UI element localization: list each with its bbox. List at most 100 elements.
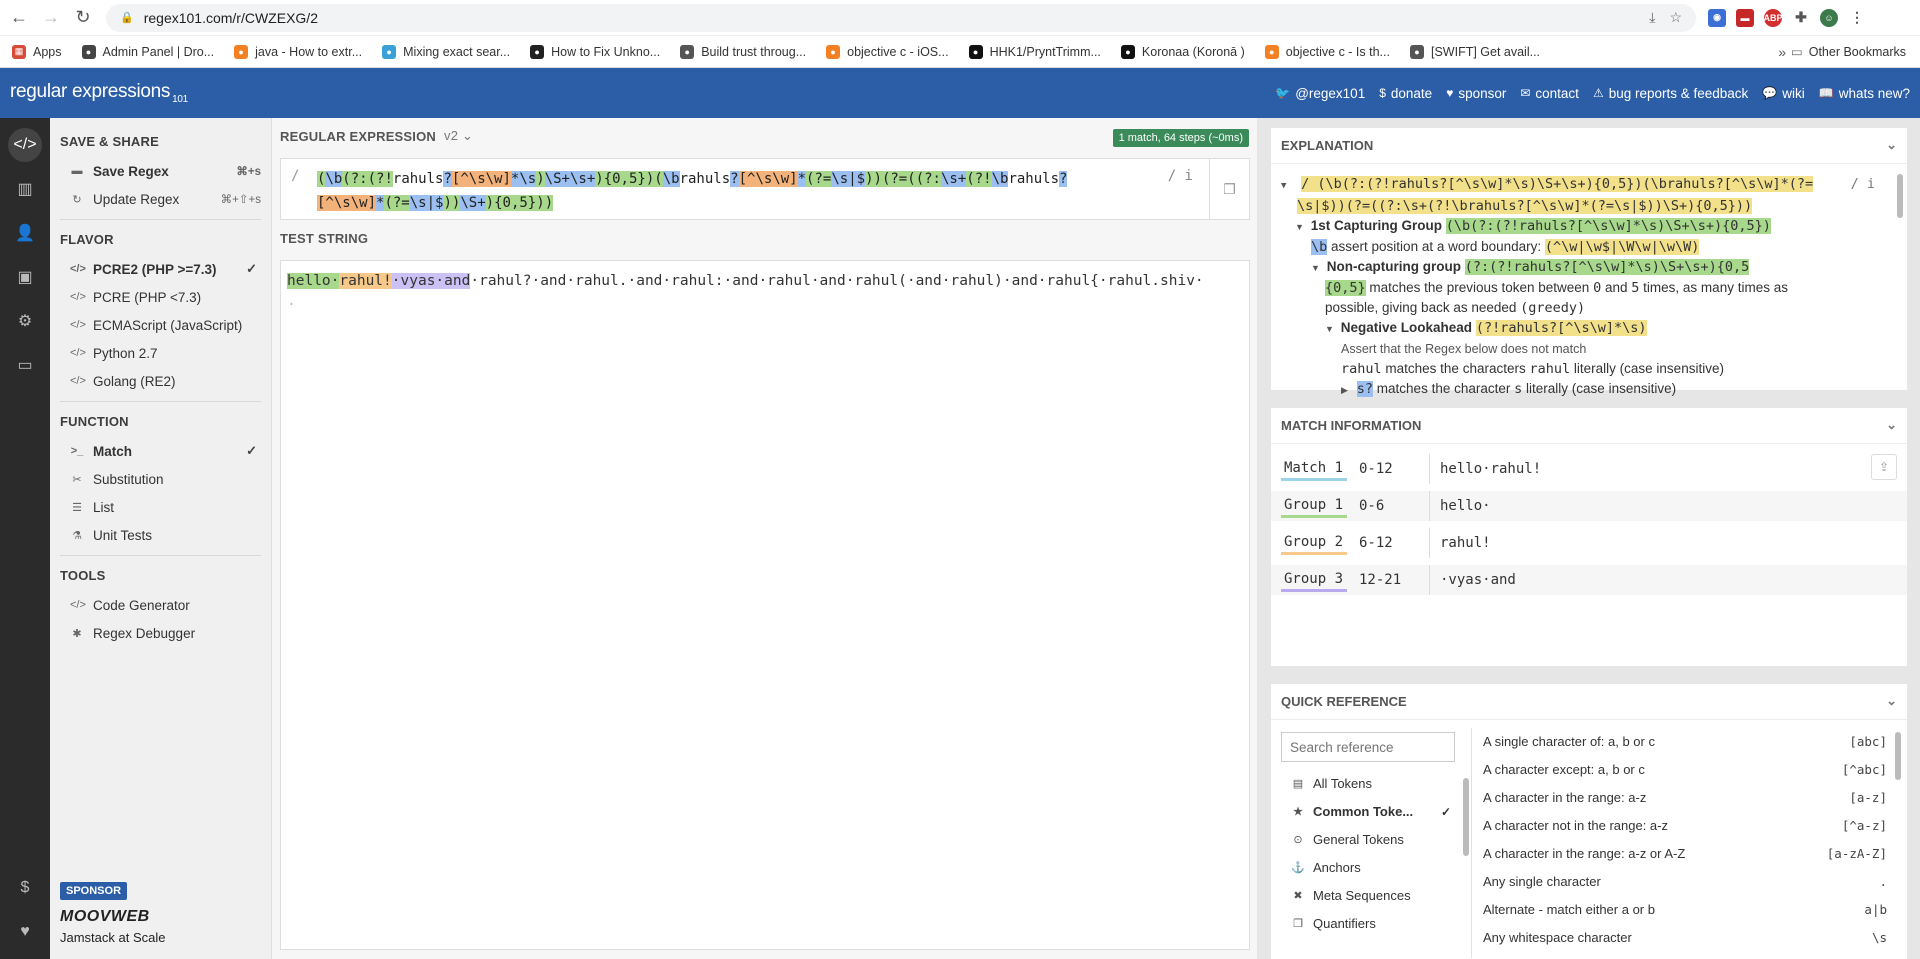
match-info-row[interactable]: Group 1 0-6 hello· bbox=[1271, 491, 1907, 521]
explanation-group1[interactable]: ▼ 1st Capturing Group (\b(?:(?!rahuls?[^… bbox=[1281, 216, 1887, 237]
logo[interactable]: regular expressions 101 bbox=[10, 81, 188, 105]
reference-token-item[interactable]: Alternate - match either a or b a|b bbox=[1483, 898, 1887, 921]
explanation-noncap[interactable]: ▼ Non-capturing group (?:(?!rahuls?[^\s\… bbox=[1281, 257, 1887, 278]
bookmark-item[interactable]: ● Admin Panel | Dro... bbox=[81, 44, 214, 59]
reference-category-item[interactable]: ⚓ Anchors bbox=[1281, 856, 1457, 879]
bookmark-star-icon[interactable]: ☆ bbox=[1669, 9, 1682, 26]
other-bookmarks-button[interactable]: ▭ Other Bookmarks bbox=[1791, 44, 1906, 60]
match-info-row[interactable]: Match 1 0-12 hello·rahul! bbox=[1271, 454, 1907, 484]
avatar[interactable]: ☺ bbox=[1820, 8, 1838, 27]
reference-category-item[interactable]: ▤ All Tokens bbox=[1281, 772, 1457, 795]
reference-token-item[interactable]: Any single character. bbox=[1483, 870, 1887, 893]
donate-dollar-icon[interactable]: $ bbox=[8, 871, 42, 905]
reference-token-item[interactable]: A single character of: a, b or c [abc] bbox=[1483, 730, 1887, 753]
test-string-input[interactable]: hello·rahul!·vyas·and·rahul?·and·rahul.·… bbox=[280, 260, 1250, 950]
bookmark-item[interactable]: ▦ Apps bbox=[12, 44, 62, 59]
bookmark-item[interactable]: ● [SWIFT] Get avail... bbox=[1409, 44, 1540, 59]
bookmark-item[interactable]: ● Build trust throug... bbox=[680, 44, 806, 59]
version-selector[interactable]: v2 ⌄ bbox=[444, 128, 473, 144]
camera-extension-icon[interactable]: ◉ bbox=[1708, 8, 1726, 27]
flavor-item[interactable]: </> Python 2.7 bbox=[50, 339, 271, 367]
reference-category-item[interactable]: ✖ Meta Sequences bbox=[1281, 884, 1457, 907]
match-info-row[interactable]: Group 2 6-12 rahul! bbox=[1271, 528, 1907, 558]
token-scrollbar[interactable] bbox=[1895, 732, 1901, 780]
explanation-root[interactable]: ▼ / (\b(?:(?!rahuls?[^\s\w]*\s)\S+\s+){0… bbox=[1281, 174, 1887, 196]
explanation-s-token[interactable]: ▶ s? matches the character s literally (… bbox=[1281, 379, 1887, 400]
reference-token-item[interactable]: A character except: a, b or c [^abc] bbox=[1483, 758, 1887, 781]
reference-token-item[interactable]: A character in the range: a-z [a-z] bbox=[1483, 786, 1887, 809]
copy-icon[interactable]: ❐ bbox=[1209, 159, 1249, 219]
explanation-scrollbar[interactable] bbox=[1897, 174, 1903, 218]
header-link-regex101[interactable]: 🐦 @regex101 bbox=[1275, 86, 1365, 101]
sponsor-heart-icon[interactable]: ♥ bbox=[8, 915, 42, 949]
flavor-item[interactable]: </> ECMAScript (JavaScript) bbox=[50, 311, 271, 339]
triangle-down-icon[interactable]: ▼ bbox=[1281, 176, 1293, 196]
reload-icon[interactable]: ↻ bbox=[70, 5, 96, 31]
save-regex-button[interactable]: ▬ Save Regex ⌘+s bbox=[50, 157, 271, 185]
bookmark-item[interactable]: ● java - How to extr... bbox=[234, 44, 362, 59]
back-icon[interactable]: ← bbox=[6, 5, 32, 31]
user-icon[interactable]: 👤 bbox=[8, 216, 42, 250]
header-link-sponsor[interactable]: ♥ sponsor bbox=[1446, 86, 1506, 101]
function-item[interactable]: ✂ Substitution bbox=[50, 465, 271, 493]
regex-flags[interactable]: / i bbox=[1168, 168, 1193, 184]
sponsor-box[interactable]: SPONSOR MOOVWEB Jamstack at Scale bbox=[60, 882, 166, 945]
quiz-icon[interactable]: ▣ bbox=[8, 260, 42, 294]
flavor-item[interactable]: </> Golang (RE2) bbox=[50, 367, 271, 395]
bookmark-item[interactable]: ● How to Fix Unkno... bbox=[530, 44, 660, 59]
triangle-down-icon[interactable]: ▼ bbox=[1295, 217, 1307, 237]
reference-token-item[interactable]: Any whitespace character \s bbox=[1483, 926, 1887, 949]
chevron-down-icon[interactable]: ⌄ bbox=[1886, 693, 1897, 709]
more-bookmarks-icon[interactable]: » bbox=[1778, 44, 1786, 60]
reference-token-item[interactable]: A character not in the range: a-z [^a-z] bbox=[1483, 814, 1887, 837]
function-item[interactable]: ☰ List bbox=[50, 493, 271, 521]
reference-category-item[interactable]: ⊙ General Tokens bbox=[1281, 828, 1457, 851]
bookmark-item[interactable]: ● objective c - Is th... bbox=[1264, 44, 1390, 59]
header-link-bug-reports-feedback[interactable]: ⚠ bug reports & feedback bbox=[1593, 86, 1748, 101]
library-icon[interactable]: ▥ bbox=[8, 172, 42, 206]
match-information-header[interactable]: MATCH INFORMATION ⌄ bbox=[1271, 408, 1907, 444]
install-icon[interactable]: ⤓ bbox=[1649, 9, 1655, 26]
menu-kebab-icon[interactable]: ⋮ bbox=[1848, 9, 1866, 27]
chevron-down-icon[interactable]: ⌄ bbox=[1886, 137, 1897, 153]
regex-code[interactable]: (\b(?:(?!rahuls?[^\s\w]*\s)\S+\s+){0,5})… bbox=[317, 167, 1177, 215]
regex-debugger-button[interactable]: ✱ Regex Debugger bbox=[50, 619, 271, 647]
explanation-neg-lookahead[interactable]: ▼ Negative Lookahead (?!rahuls?[^\s\w]*\… bbox=[1281, 318, 1887, 339]
test-string-text[interactable]: hello·rahul!·vyas·and·rahul?·and·rahul.·… bbox=[287, 269, 1247, 317]
explanation-header[interactable]: EXPLANATION ⌄ bbox=[1271, 128, 1907, 164]
function-item[interactable]: ⚗ Unit Tests bbox=[50, 521, 271, 549]
bookmark-item[interactable]: ● HHK1/PryntTrimm... bbox=[968, 44, 1101, 59]
bookmark-item[interactable]: ● objective c - iOS... bbox=[826, 44, 949, 59]
regex-input[interactable]: / (\b(?:(?!rahuls?[^\s\w]*\s)\S+\s+){0,5… bbox=[280, 158, 1250, 220]
adblock-extension-icon[interactable]: ABP bbox=[1764, 8, 1783, 27]
header-link-contact[interactable]: ✉ contact bbox=[1520, 86, 1579, 101]
triangle-down-icon[interactable]: ▼ bbox=[1325, 319, 1337, 339]
category-scrollbar[interactable] bbox=[1463, 778, 1469, 856]
header-link-wiki[interactable]: 💬 wiki bbox=[1762, 86, 1804, 101]
puzzle-icon[interactable]: ✚ bbox=[1792, 9, 1810, 27]
flavor-item[interactable]: </> PCRE (PHP <7.3) bbox=[50, 283, 271, 311]
triangle-right-icon[interactable]: ▶ bbox=[1341, 380, 1353, 400]
header-link-whats-new[interactable]: 📖 whats new? bbox=[1819, 86, 1910, 101]
reference-category-item[interactable]: ❐ Quantifiers bbox=[1281, 912, 1457, 935]
code-generator-button[interactable]: </> Code Generator bbox=[50, 591, 271, 619]
bookmark-item[interactable]: ● Koronaa (Koronā ) bbox=[1120, 44, 1245, 59]
match-info-row[interactable]: Group 3 12-21 ·vyas·and bbox=[1271, 565, 1907, 595]
code-icon[interactable]: </> bbox=[8, 128, 42, 162]
function-item[interactable]: >_ Match ✓ bbox=[50, 437, 271, 465]
address-bar[interactable]: 🔒 regex101.com/r/CWZEXG/2 ⤓ ☆ bbox=[106, 3, 1696, 32]
chevron-down-icon[interactable]: ⌄ bbox=[1886, 417, 1897, 433]
quick-reference-header[interactable]: QUICK REFERENCE ⌄ bbox=[1271, 684, 1907, 720]
reference-search-input[interactable] bbox=[1281, 732, 1455, 762]
triangle-down-icon[interactable]: ▼ bbox=[1311, 258, 1323, 278]
update-regex-button[interactable]: ↻ Update Regex ⌘+⇧+s bbox=[50, 185, 271, 213]
reference-category-item[interactable]: ★ Common Toke... ✓ bbox=[1281, 800, 1457, 823]
flavor-item[interactable]: </> PCRE2 (PHP >=7.3) ✓ bbox=[50, 255, 271, 283]
reference-token-item[interactable]: A character in the range: a-z or A-Z [a-z… bbox=[1483, 842, 1887, 865]
forward-icon[interactable]: → bbox=[38, 5, 64, 31]
bookmark-item[interactable]: ● Mixing exact sear... bbox=[382, 44, 510, 59]
chat-icon[interactable]: ▭ bbox=[8, 348, 42, 382]
header-link-donate[interactable]: $ donate bbox=[1379, 86, 1432, 101]
red-extension-icon[interactable]: ▬ bbox=[1736, 8, 1754, 27]
settings-gear-icon[interactable]: ⚙ bbox=[8, 304, 42, 338]
